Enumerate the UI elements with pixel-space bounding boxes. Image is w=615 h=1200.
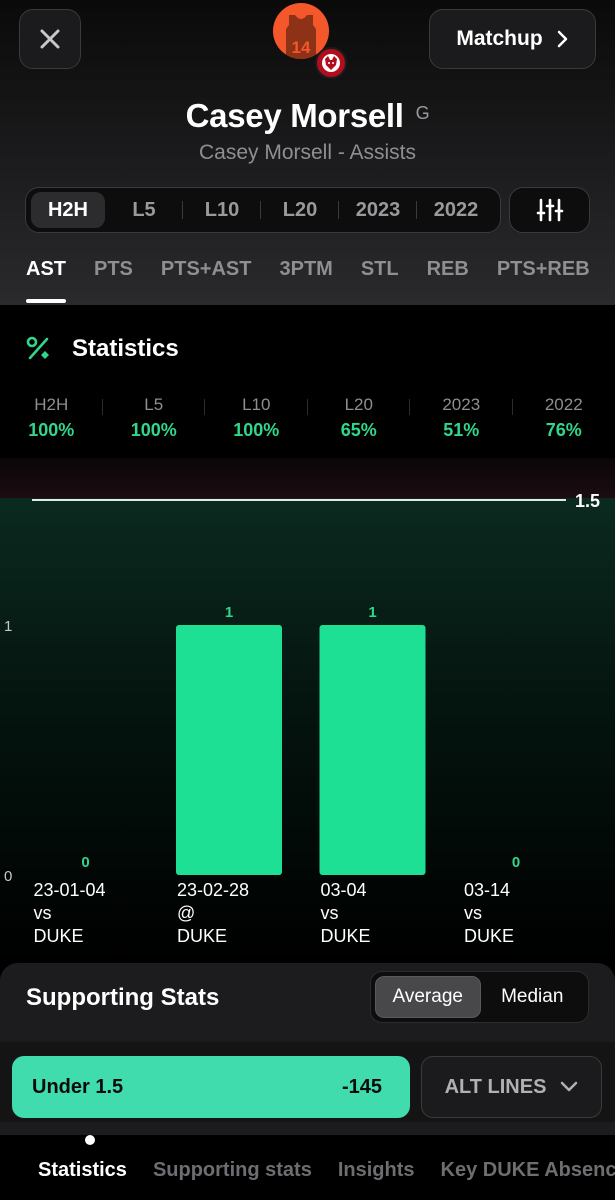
x-tick-venue: vs (464, 903, 482, 923)
bar (319, 625, 426, 875)
bar-value-label: 0 (512, 854, 520, 871)
tab-supporting-stats[interactable]: Supporting stats (153, 1159, 312, 1182)
assists-bar-chart: 0 1 1.5 0 23-01-04 vs DUKE 1 23-02-28 @ DUKE 1 03-04… (4, 491, 600, 946)
under-label: Under 1.5 (32, 1075, 124, 1098)
y-tick-label: 1 (4, 618, 12, 635)
under-odds: -145 (341, 1075, 382, 1098)
x-tick-opponent: DUKE (464, 926, 514, 946)
tab-key-absences[interactable]: Key DUKE Absences (441, 1159, 615, 1182)
x-tick-opponent: DUKE (321, 926, 371, 946)
bet-line-row: Under 1.5 -145 ALT LINES (0, 1042, 615, 1122)
bottom-tab-bar: Statistics Supporting stats Insights Key… (0, 1134, 615, 1200)
median-toggle[interactable]: Median (481, 976, 585, 1018)
chevron-down-icon (561, 1081, 578, 1092)
tab-insights[interactable]: Insights (338, 1159, 415, 1182)
threshold-label: 1.5 (575, 491, 600, 511)
bar-value-label: 1 (225, 604, 233, 621)
under-button[interactable]: Under 1.5 -145 (12, 1056, 410, 1118)
x-tick-venue: vs (34, 903, 52, 923)
tab-statistics[interactable]: Statistics (38, 1159, 127, 1182)
supporting-stats-title: Supporting Stats (26, 984, 220, 1011)
active-tab-indicator (85, 1135, 95, 1145)
bar (176, 625, 282, 875)
x-tick-date: 03-04 (321, 880, 367, 900)
bar-value-label: 0 (81, 854, 89, 871)
alt-lines-label: ALT LINES (444, 1075, 547, 1098)
x-tick-venue: vs (321, 903, 339, 923)
x-tick-date: 03-14 (464, 880, 510, 900)
supporting-stats-panel: Supporting Stats Average Median Under 1.… (0, 963, 615, 1138)
x-tick-date: 23-01-04 (34, 880, 106, 900)
x-tick-date: 23-02-28 (177, 880, 249, 900)
average-median-toggle: Average Median (370, 971, 589, 1023)
average-toggle[interactable]: Average (375, 976, 481, 1018)
bar-value-label: 1 (368, 604, 376, 621)
alt-lines-button[interactable]: ALT LINES (421, 1056, 602, 1118)
x-tick-opponent: DUKE (177, 926, 227, 946)
y-tick-label: 0 (4, 868, 12, 885)
x-tick-opponent: DUKE (34, 926, 84, 946)
x-tick-venue: @ (177, 903, 195, 923)
